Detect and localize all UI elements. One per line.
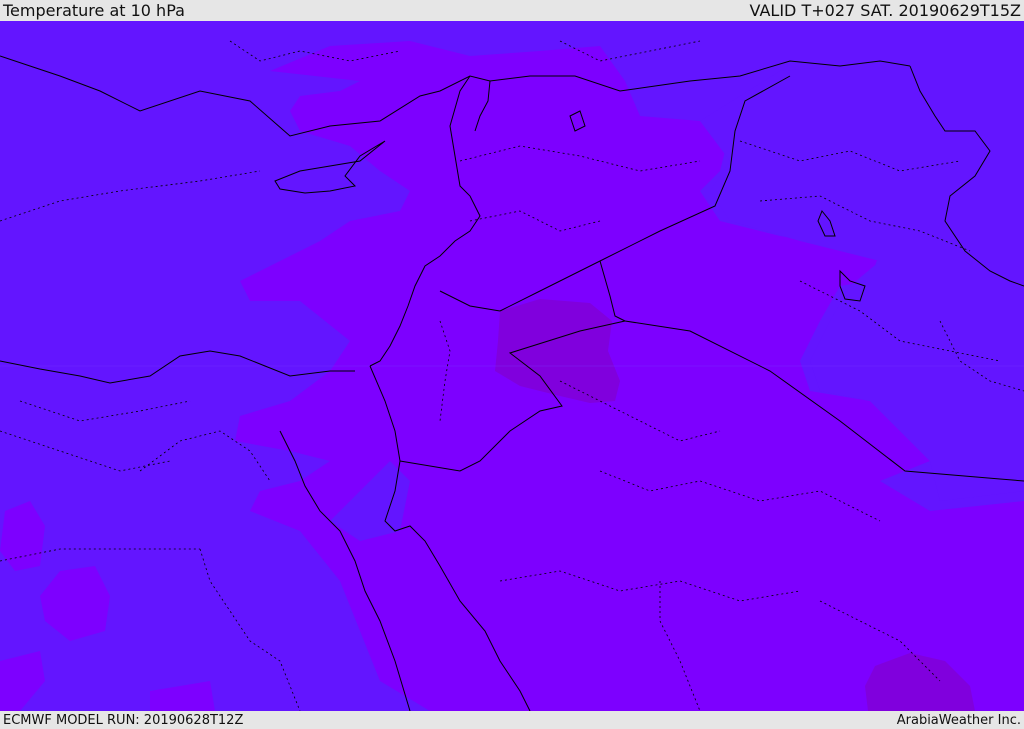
temperature-map [0,21,1024,711]
model-run: ECMWF MODEL RUN: 20190628T12Z [3,712,244,728]
valid-time: VALID T+027 SAT. 20190629T15Z [749,1,1021,20]
footer-bar: ECMWF MODEL RUN: 20190628T12Z ArabiaWeat… [0,711,1024,729]
map-title: Temperature at 10 hPa [3,1,185,20]
credit: ArabiaWeather Inc. [896,712,1021,728]
header-bar: Temperature at 10 hPa VALID T+027 SAT. 2… [0,0,1024,21]
